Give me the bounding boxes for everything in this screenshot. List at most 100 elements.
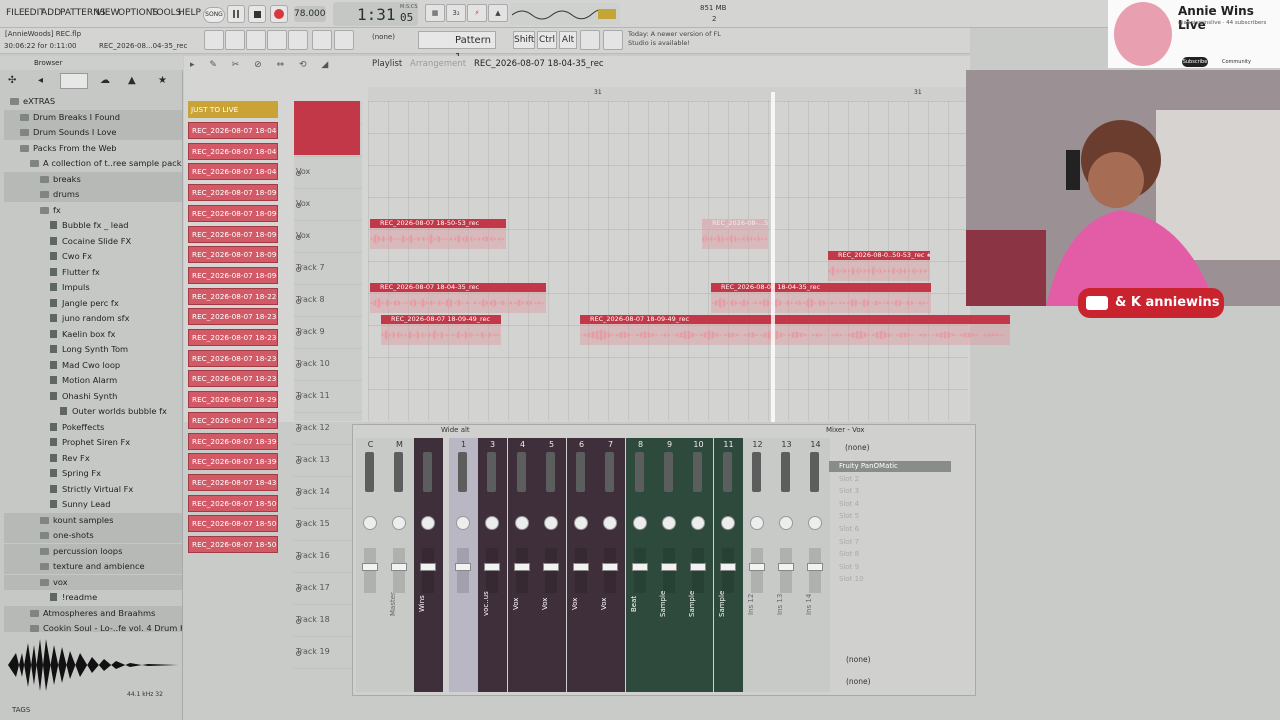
tags-label[interactable]: TAGS [12,706,30,714]
mixer-strip[interactable]: 10 Sample [684,438,713,692]
pan-knob[interactable] [779,516,793,530]
community-link[interactable]: Community [1222,59,1251,65]
browser-folder[interactable]: eXTRAS [4,94,182,109]
track-header[interactable]: Track 8 [294,285,362,317]
browser-file[interactable]: Prophet Siren Fx [4,435,182,450]
pan-knob[interactable] [808,516,822,530]
pan-knob[interactable] [603,516,617,530]
clip-source-item[interactable]: REC_2026-08-07 18-09-... [188,266,278,284]
shift-key-button[interactable]: Shift [513,31,535,49]
metronome-icon[interactable]: ▲ [488,4,508,22]
menu-file[interactable]: FILE [6,8,25,18]
track-mute-dot[interactable] [296,331,301,336]
browser-folder[interactable]: Drum Breaks I Found [4,109,182,125]
browser-file[interactable]: Strictly Virtual Fx [4,482,182,497]
record-button[interactable] [270,5,288,23]
browser-file[interactable]: Bubble fx _ lead [4,218,182,233]
clip-source-item[interactable]: REC_2026-08-07 18-50-... [188,494,278,512]
audio-clip[interactable]: REC_2026-08-07 18-04-35_rec [370,283,546,313]
tempo-display[interactable]: 78.000 [294,6,326,22]
track-mute-dot[interactable] [296,299,301,304]
clip-source-item[interactable]: REC_2026-08-07 18-23-... [188,308,278,326]
mixer-strip[interactable]: 11 Sample [714,438,743,692]
pan-knob[interactable] [721,516,735,530]
browser-file[interactable]: Flutter fx [4,265,182,280]
pattern-selector[interactable]: Pattern 1 [418,31,496,63]
track-header[interactable]: Track 10 [294,349,362,381]
track-mute-dot[interactable] [296,587,301,592]
browser-file[interactable]: Spring Fx [4,466,182,481]
pan-knob[interactable] [421,516,435,530]
step-edit-icon[interactable]: 3₂ [446,4,466,22]
track-header[interactable]: Track 9 [294,317,362,349]
clip-source-item[interactable]: REC_2026-08-07 18-29-... [188,411,278,429]
fader-handle[interactable] [391,563,407,571]
star-icon[interactable]: ★ [158,75,167,86]
pan-knob[interactable] [574,516,588,530]
pan-knob[interactable] [633,516,647,530]
mixer-strip[interactable]: 6 Vox [567,438,596,692]
browser-folder[interactable]: Drum Sounds I Love [4,125,182,140]
clip-source-item[interactable]: REC_2026-08-07 18-39-... [188,432,278,450]
clip-source-item[interactable]: REC_2026-08-07 18-29-... [188,391,278,409]
pan-knob[interactable] [363,516,377,530]
track-mute-dot[interactable] [296,491,301,496]
time-display[interactable]: 1:31 M:S:CS 05 [333,2,418,26]
fav-icon[interactable]: ▲ [128,75,136,86]
browser-folder[interactable]: Cookin Soul - Lo-..fe vol. 4 Drum Kit [4,621,182,632]
browser-folder[interactable]: Packs From the Web [4,141,182,156]
fx-slot[interactable]: Slot 8 [829,549,951,560]
clip-source-item[interactable]: REC_2026-08-07 18-09-... [188,246,278,264]
fx-slot[interactable]: Slot 9 [829,562,951,573]
mixer-strip[interactable]: M Master [385,438,414,692]
browser-folder[interactable]: fx [4,203,182,218]
clip-source-item[interactable]: REC_2026-08-07 18-39-... [188,453,278,471]
browser-file[interactable]: Kaelin box fx [4,327,182,342]
snap-icon[interactable] [580,30,600,50]
fader-handle[interactable] [690,563,706,571]
clip-source-item[interactable]: REC_2026-08-07 18-04-... [188,122,278,139]
track-mute-dot[interactable] [296,171,301,176]
playlist-tools[interactable]: ▸ ✎ ✂ ⊘ ⇔ ⟲ ◢ [190,60,334,70]
fader-handle[interactable] [455,563,471,571]
clip-source-item[interactable]: REC_2026-08-07 18-50-... [188,536,278,553]
track-header[interactable]: Vox [294,221,362,253]
menu-view[interactable]: VIEW [96,8,119,18]
browser-file[interactable]: juno random sfx [4,311,182,326]
fader-handle[interactable] [720,563,736,571]
fader-handle[interactable] [661,563,677,571]
clip-source-item[interactable]: REC_2026-08-07 18-43-... [188,473,278,491]
fader-handle[interactable] [602,563,618,571]
play-pause-button[interactable] [227,5,245,23]
pan-knob[interactable] [662,516,676,530]
fx-input-select[interactable]: (none) [845,443,870,452]
filter-icon[interactable]: ◂ [38,75,43,86]
mixer-strip[interactable]: 9 Sample [655,438,684,692]
collapse-icon[interactable]: ✣ [8,75,16,86]
track-mute-dot[interactable] [296,235,301,240]
fx-output-1[interactable]: (none) [829,653,969,667]
track-mute-dot[interactable] [296,459,301,464]
alt-key-button[interactable]: Alt [559,31,577,49]
browser-file[interactable]: !readme [4,590,182,605]
mixer-strip[interactable]: 4 Vox [508,438,537,692]
ctrl-key-button[interactable]: Ctrl [537,31,557,49]
browser-folder[interactable]: Atmospheres and Braahms [4,605,182,621]
typing-keyboard-icon[interactable]: ▦ [425,4,445,22]
stop-button[interactable] [248,5,266,23]
browser-icon[interactable] [288,30,308,50]
mixer-strip[interactable]: 8 Beat [626,438,655,692]
track-mute-dot[interactable] [296,427,301,432]
mixer-strip[interactable]: 3 voc..us [478,438,507,692]
fader-handle[interactable] [778,563,794,571]
track-mute-dot[interactable] [296,203,301,208]
fader-handle[interactable] [514,563,530,571]
track-mute-dot[interactable] [296,523,301,528]
audio-clip[interactable]: REC_2026-08-07 18-50-53_rec [370,219,506,249]
audio-clip[interactable]: REC_2026-08-...53_rec [702,219,768,249]
audio-clip[interactable]: REC_2026-08-07 18-04-35_rec [711,283,931,313]
clip-source-item[interactable]: REC_2026-08-07 18-23-... [188,329,278,346]
clip-source-item[interactable]: REC_2026-08-07 18-09-... [188,184,278,202]
pan-knob[interactable] [456,516,470,530]
mixer-strip[interactable]: 13 Ins 13 [772,438,801,692]
